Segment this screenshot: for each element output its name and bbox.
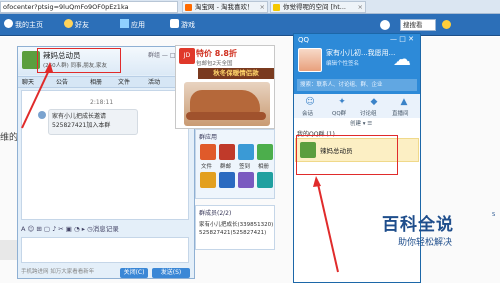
watermark: 百科全说 S 助你轻松解决 bbox=[382, 210, 500, 260]
arrow-head bbox=[45, 62, 53, 72]
arrow-line bbox=[317, 183, 339, 273]
watermark-title: 百科全说 bbox=[382, 215, 454, 235]
arrow-line bbox=[21, 67, 51, 129]
arrow-head bbox=[313, 176, 321, 187]
watermark-mark: S bbox=[492, 212, 496, 218]
watermark-subtitle: 助你轻松解决 bbox=[398, 238, 453, 248]
